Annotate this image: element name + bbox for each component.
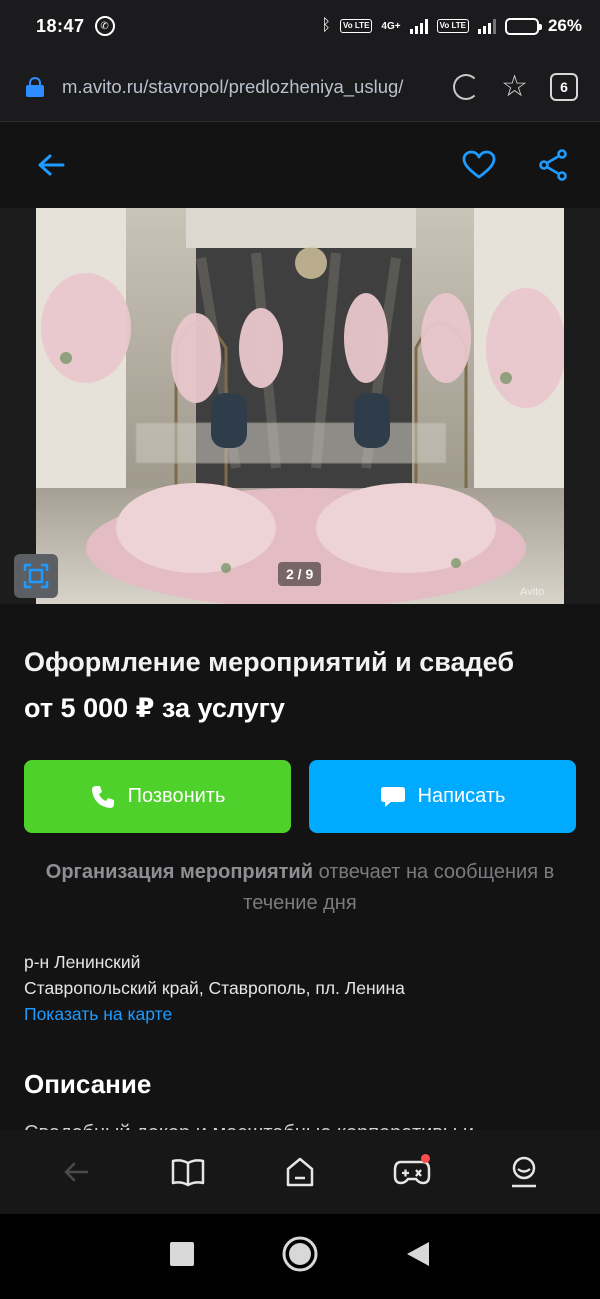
listing-page: 2 / 9 Avito Оформление мероприятий и сва… xyxy=(0,122,600,1130)
call-button[interactable]: Позвонить xyxy=(24,760,291,833)
lock-icon[interactable] xyxy=(26,76,44,97)
browser-games-button[interactable] xyxy=(384,1144,440,1200)
browser-home-button[interactable] xyxy=(272,1144,328,1200)
description-heading: Описание xyxy=(24,1069,152,1099)
back-button[interactable] xyxy=(34,148,68,182)
browser-profile-button[interactable] xyxy=(496,1144,552,1200)
header-actions xyxy=(462,148,570,182)
district: р-н Ленинский xyxy=(24,952,141,972)
description-text: Свадебный декор и масштабные корпоративы… xyxy=(24,1122,576,1130)
fullscreen-icon xyxy=(23,563,49,589)
status-indicators: ᛒ Vo LTE 4G+ Vo LTE 26% xyxy=(321,16,582,36)
browser-back-button[interactable] xyxy=(48,1144,104,1200)
seller-reply-note: Организация мероприятий отвечает на сооб… xyxy=(24,857,576,919)
square-icon xyxy=(170,1242,194,1266)
notification-dot xyxy=(421,1154,430,1163)
fullscreen-button[interactable] xyxy=(14,554,58,598)
photo-gallery[interactable]: 2 / 9 Avito xyxy=(0,208,600,604)
whatsapp-icon: ✆ xyxy=(94,16,115,36)
favorite-button[interactable] xyxy=(462,148,496,182)
volte-badge-2: Vo LTE xyxy=(436,19,469,33)
book-icon xyxy=(171,1159,205,1187)
network-type: 4G+ xyxy=(381,20,401,32)
arrow-left-icon xyxy=(38,154,65,176)
recents-button[interactable] xyxy=(169,1241,195,1272)
signal-icon xyxy=(409,18,428,34)
show-on-map-link[interactable]: Показать на карте xyxy=(24,1001,576,1027)
contact-actions: Позвонить Написать xyxy=(24,760,576,833)
status-time: 18:47 xyxy=(36,15,85,36)
share-icon xyxy=(539,149,567,181)
message-button[interactable]: Написать xyxy=(309,760,576,833)
reload-icon[interactable] xyxy=(453,73,480,100)
listing-content: Оформление мероприятий и свадеб от 5 000… xyxy=(0,644,600,1130)
browser-actions: ☆ 6 xyxy=(453,71,578,102)
home-nav-button[interactable] xyxy=(281,1235,319,1278)
status-bar: 18:47 ✆ ᛒ Vo LTE 4G+ Vo LTE 26% xyxy=(0,0,600,52)
address-block: р-н Ленинский Ставропольский край, Ставр… xyxy=(24,949,576,1027)
triangle-back-icon xyxy=(407,1242,429,1266)
listing-price: от 5 000 ₽ за услугу xyxy=(24,693,285,723)
tab-switcher-button[interactable]: 6 xyxy=(550,72,578,101)
browser-bottom-bar xyxy=(0,1130,600,1214)
browser-url-bar: m.avito.ru/stavropol/predlozheniya_uslug… xyxy=(0,52,600,122)
chat-bubble-icon xyxy=(380,786,405,807)
share-button[interactable] xyxy=(536,148,570,182)
back-nav-button[interactable] xyxy=(405,1240,431,1273)
phone-icon xyxy=(91,785,114,808)
circle-home-icon xyxy=(282,1236,318,1272)
call-button-label: Позвонить xyxy=(127,785,226,807)
bluetooth-icon: ᛒ xyxy=(321,17,332,34)
seller-name[interactable]: Организация мероприятий xyxy=(46,861,313,883)
battery-icon xyxy=(504,17,542,35)
browser-catalog-button[interactable] xyxy=(160,1144,216,1200)
app-header xyxy=(0,122,600,208)
heart-icon xyxy=(462,150,496,179)
listing-photo[interactable] xyxy=(36,208,564,604)
system-nav-bar xyxy=(0,1214,600,1299)
avito-watermark: Avito xyxy=(520,586,545,598)
profile-icon xyxy=(512,1156,536,1188)
message-button-label: Написать xyxy=(417,785,506,807)
signal-icon-2 xyxy=(477,18,496,34)
volte-badge: Vo LTE xyxy=(340,19,373,33)
url-field[interactable]: m.avito.ru/stavropol/predlozheniya_uslug… xyxy=(62,76,434,98)
arrow-left-icon xyxy=(64,1162,89,1182)
event-decor-image xyxy=(36,208,564,604)
address-line: Ставропольский край, Ставрополь, пл. Лен… xyxy=(24,978,405,998)
bookmark-star-icon[interactable]: ☆ xyxy=(501,71,528,102)
battery-percent: 26% xyxy=(547,16,582,35)
listing-title: Оформление мероприятий и свадеб xyxy=(24,647,515,677)
image-counter: 2 / 9 xyxy=(278,562,322,586)
home-icon xyxy=(286,1157,314,1187)
